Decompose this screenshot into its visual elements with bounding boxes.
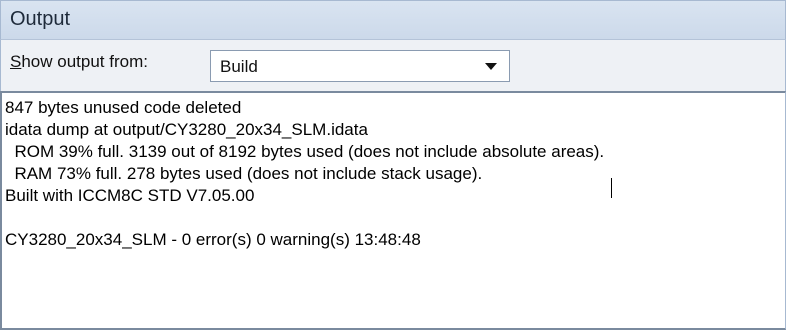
- text-caret: [611, 178, 612, 198]
- show-output-from-label: Show output from:: [10, 52, 148, 72]
- show-output-from-mnemonic: S: [10, 52, 22, 71]
- output-title: Output: [10, 8, 71, 30]
- output-line: CY3280_20x34_SLM - 0 error(s) 0 warning(…: [5, 230, 421, 249]
- show-output-from-select[interactable]: Build: [210, 50, 510, 82]
- output-line: 847 bytes unused code deleted: [5, 98, 242, 117]
- output-toolbar: Show output from: Build: [0, 40, 786, 91]
- show-output-from-value: Build: [220, 57, 258, 76]
- output-line: idata dump at output/CY3280_20x34_SLM.id…: [5, 120, 368, 139]
- output-text-area[interactable]: 847 bytes unused code deleted idata dump…: [0, 91, 786, 330]
- output-panel: Output Show output from: Build 847 bytes…: [0, 0, 786, 330]
- output-line: RAM 73% full. 278 bytes used (does not i…: [5, 164, 483, 183]
- output-title-bar: Output: [0, 0, 786, 40]
- show-output-from-label-rest: how output from:: [21, 52, 148, 71]
- output-line: Built with ICCM8C STD V7.05.00: [5, 186, 255, 205]
- chevron-down-icon[interactable]: [485, 63, 497, 70]
- output-line: ROM 39% full. 3139 out of 8192 bytes use…: [5, 142, 605, 161]
